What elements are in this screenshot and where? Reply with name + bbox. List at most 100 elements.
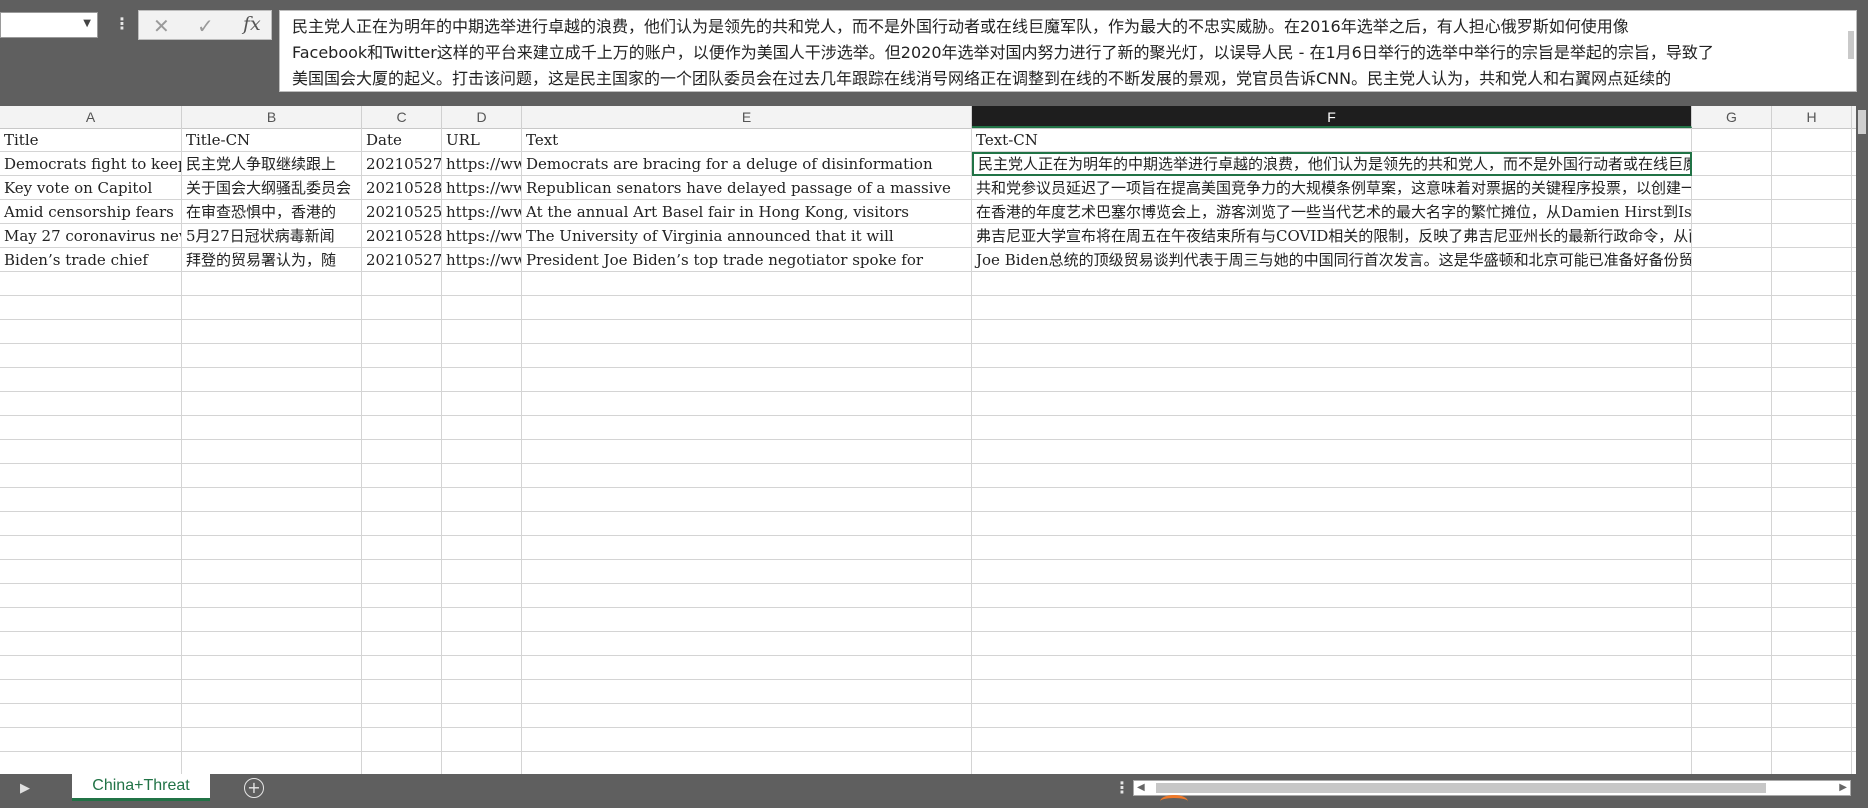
table-cell[interactable] (1772, 272, 1852, 296)
table-cell[interactable] (522, 296, 972, 320)
table-cell[interactable] (972, 608, 1692, 632)
table-cell[interactable] (362, 320, 442, 344)
table-cell[interactable] (442, 728, 522, 752)
table-cell[interactable] (0, 584, 182, 608)
scroll-thumb[interactable] (1858, 110, 1866, 134)
table-cell[interactable] (1772, 656, 1852, 680)
table-cell[interactable] (1772, 344, 1852, 368)
table-cell[interactable]: 5月27日冠状病毒新闻 (182, 224, 362, 248)
table-cell[interactable] (442, 416, 522, 440)
table-cell[interactable] (0, 488, 182, 512)
confirm-icon[interactable]: ✓ (197, 14, 214, 38)
table-cell[interactable]: At the annual Art Basel fair in Hong Kon… (522, 200, 972, 224)
table-cell[interactable] (1772, 152, 1852, 176)
table-cell[interactable] (182, 728, 362, 752)
sheet-tab[interactable]: China+Threat (72, 774, 210, 801)
table-cell[interactable] (972, 392, 1692, 416)
chevron-down-icon[interactable]: ▼ (83, 18, 91, 29)
table-cell[interactable] (1772, 368, 1852, 392)
table-cell[interactable] (972, 512, 1692, 536)
table-cell[interactable]: Date (362, 128, 442, 152)
table-cell[interactable] (0, 272, 182, 296)
table-cell[interactable] (522, 632, 972, 656)
active-cell[interactable]: 民主党人正在为明年的中期选举进行卓越的浪费，他们认为是领先的共和党人，而不是外国… (972, 152, 1692, 176)
name-box[interactable]: ▼ (0, 12, 98, 38)
vertical-scrollbar[interactable] (1856, 106, 1868, 774)
table-cell[interactable] (1692, 392, 1772, 416)
table-cell[interactable]: 共和党参议员延迟了一项旨在提高美国竞争力的大规模条例草案，这意味着对票据的关键程… (972, 176, 1692, 200)
table-cell[interactable] (1692, 536, 1772, 560)
table-cell[interactable] (442, 440, 522, 464)
table-cell[interactable] (182, 488, 362, 512)
table-cell[interactable]: 拜登的贸易署认为，随 (182, 248, 362, 272)
table-cell[interactable] (1692, 488, 1772, 512)
table-cell[interactable] (362, 440, 442, 464)
table-cell[interactable] (1772, 752, 1852, 774)
table-cell[interactable]: Text-CN (972, 128, 1692, 152)
table-cell[interactable] (1692, 224, 1772, 248)
table-cell[interactable] (442, 704, 522, 728)
table-cell[interactable] (1772, 392, 1852, 416)
table-cell[interactable]: 弗吉尼亚大学宣布将在周五在午夜结束所有与COVID相关的限制，反映了弗吉尼亚州长… (972, 224, 1692, 248)
table-cell[interactable] (1692, 272, 1772, 296)
table-cell[interactable]: https://www (442, 224, 522, 248)
table-cell[interactable] (182, 272, 362, 296)
table-cell[interactable] (1692, 368, 1772, 392)
table-cell[interactable] (442, 320, 522, 344)
table-cell[interactable]: https://www (442, 176, 522, 200)
table-cell[interactable] (442, 368, 522, 392)
table-cell[interactable] (362, 488, 442, 512)
table-cell[interactable]: 20210525 (362, 200, 442, 224)
table-cell[interactable] (522, 728, 972, 752)
table-cell[interactable] (362, 272, 442, 296)
table-cell[interactable] (972, 656, 1692, 680)
table-cell[interactable] (362, 656, 442, 680)
table-cell[interactable]: May 27 coronavirus news (0, 224, 182, 248)
table-cell[interactable] (362, 560, 442, 584)
table-cell[interactable] (522, 320, 972, 344)
table-cell[interactable]: President Joe Biden’s top trade negotiat… (522, 248, 972, 272)
table-cell[interactable] (1692, 608, 1772, 632)
formula-scrollbar[interactable] (1848, 31, 1854, 59)
table-cell[interactable]: 民主党人争取继续跟上 (182, 152, 362, 176)
table-cell[interactable] (1692, 560, 1772, 584)
chevron-right-icon[interactable]: ▶ (20, 781, 30, 796)
table-cell[interactable] (362, 512, 442, 536)
table-cell[interactable] (0, 536, 182, 560)
table-cell[interactable] (522, 368, 972, 392)
table-cell[interactable] (182, 632, 362, 656)
table-cell[interactable]: 在审查恐惧中，香港的 (182, 200, 362, 224)
function-icon[interactable]: fx (243, 13, 261, 35)
table-cell[interactable] (182, 296, 362, 320)
table-cell[interactable] (1692, 752, 1772, 774)
horizontal-scrollbar[interactable]: ◀ ▶ (1133, 780, 1851, 796)
table-cell[interactable]: The University of Virginia announced tha… (522, 224, 972, 248)
table-cell[interactable] (362, 536, 442, 560)
table-cell[interactable] (972, 416, 1692, 440)
table-cell[interactable]: https://www (442, 248, 522, 272)
table-cell[interactable] (442, 392, 522, 416)
table-cell[interactable] (522, 440, 972, 464)
table-cell[interactable] (1772, 176, 1852, 200)
table-cell[interactable] (1772, 608, 1852, 632)
table-cell[interactable] (442, 656, 522, 680)
table-cell[interactable] (0, 416, 182, 440)
table-cell[interactable] (1692, 296, 1772, 320)
table-cell[interactable] (1692, 176, 1772, 200)
table-cell[interactable] (1692, 512, 1772, 536)
table-cell[interactable] (0, 392, 182, 416)
table-cell[interactable] (442, 680, 522, 704)
table-cell[interactable]: Democrats fight to keep (0, 152, 182, 176)
table-cell[interactable] (0, 632, 182, 656)
table-cell[interactable] (362, 392, 442, 416)
table-cell[interactable] (182, 416, 362, 440)
table-cell[interactable] (1692, 704, 1772, 728)
table-cell[interactable] (1772, 464, 1852, 488)
table-cell[interactable]: 20210527 (362, 248, 442, 272)
table-cell[interactable] (972, 560, 1692, 584)
table-cell[interactable]: https://www (442, 152, 522, 176)
table-cell[interactable] (972, 632, 1692, 656)
scroll-thumb[interactable] (1156, 783, 1766, 793)
table-cell[interactable] (442, 488, 522, 512)
table-cell[interactable]: Key vote on Capitol (0, 176, 182, 200)
